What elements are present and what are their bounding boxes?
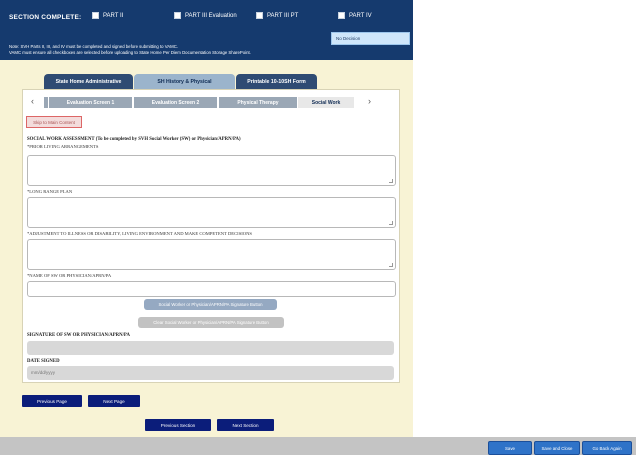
adjustment-textarea[interactable] (27, 239, 396, 270)
subtab-physical-therapy[interactable]: Physical Therapy (219, 97, 297, 108)
subtab-edge (44, 97, 48, 108)
scroll-right-icon[interactable]: › (368, 96, 371, 106)
form-container (22, 89, 400, 383)
checkbox-part-ii[interactable]: PART II (92, 12, 123, 19)
clear-signature-button[interactable]: Clear Social Worker or Physician/APRN/PA… (138, 317, 284, 328)
decision-field[interactable]: No Decision (331, 32, 410, 45)
tab-state-home-administrative[interactable]: State Home Administrative (44, 74, 133, 90)
checkbox-box[interactable] (338, 12, 345, 19)
name-label: *NAME OF SW OR PHYSICIAN/APRN/PA (27, 273, 112, 278)
subtab-evaluation-screen-1[interactable]: Evaluation Screen 1 (49, 97, 132, 108)
tab-sh-history-physical[interactable]: SH History & Physical (134, 74, 235, 90)
go-back-button[interactable]: Go Back Again (582, 441, 632, 455)
checkbox-box[interactable] (174, 12, 181, 19)
adjustment-label: *ADJUSTMENT TO ILLNESS OR DISABILITY, LI… (27, 231, 252, 236)
previous-page-button[interactable]: Previous Page (22, 395, 82, 407)
next-page-button[interactable]: Next Page (88, 395, 140, 407)
submission-note: Note: SVH Parts II, III, and IV must be … (9, 44, 251, 55)
signature-field (27, 341, 394, 355)
next-section-button[interactable]: Next Section (217, 419, 274, 431)
prior-living-label: *PRIOR LIVING ARRANGEMENTS (27, 144, 99, 149)
section-complete-label: SECTION COMPLETE: (9, 14, 82, 21)
form-heading: SOCIAL WORK ASSESSMENT (To be completed … (27, 137, 241, 142)
date-signed-label: DATE SIGNED (27, 359, 60, 364)
previous-section-button[interactable]: Previous Section (145, 419, 211, 431)
checkbox-box[interactable] (92, 12, 99, 19)
signature-button[interactable]: Social Worker or Physician/APRN/PA Signa… (144, 299, 277, 310)
scroll-left-icon[interactable]: ‹ (31, 96, 34, 106)
date-signed-field: mm/dd/yyyy (27, 366, 394, 380)
save-button[interactable]: Save (488, 441, 532, 455)
subtab-evaluation-screen-2[interactable]: Evaluation Screen 2 (134, 97, 217, 108)
skip-to-main-content[interactable]: Skip to Main Content (26, 116, 82, 128)
save-and-close-button[interactable]: Save and Close (534, 441, 580, 455)
section-header: SECTION COMPLETE: PART II PART III Evalu… (0, 0, 413, 60)
tab-printable-form[interactable]: Printable 10-10SH Form (236, 74, 317, 90)
checkbox-part-iv[interactable]: PART IV (338, 12, 372, 19)
long-range-label: *LONG RANGE PLAN (27, 189, 73, 194)
long-range-textarea[interactable] (27, 197, 396, 228)
subtab-social-work[interactable]: Social Work (298, 97, 354, 108)
checkbox-box[interactable] (256, 12, 263, 19)
checkbox-part-iii-evaluation[interactable]: PART III Evaluation (174, 12, 237, 19)
checkbox-part-iii-pt[interactable]: PART III PT (256, 12, 298, 19)
signature-label: SIGNATURE OF SW OR PHYSICIAN/APRN/PA (27, 333, 130, 338)
prior-living-textarea[interactable] (27, 155, 396, 186)
name-input[interactable] (27, 281, 396, 297)
